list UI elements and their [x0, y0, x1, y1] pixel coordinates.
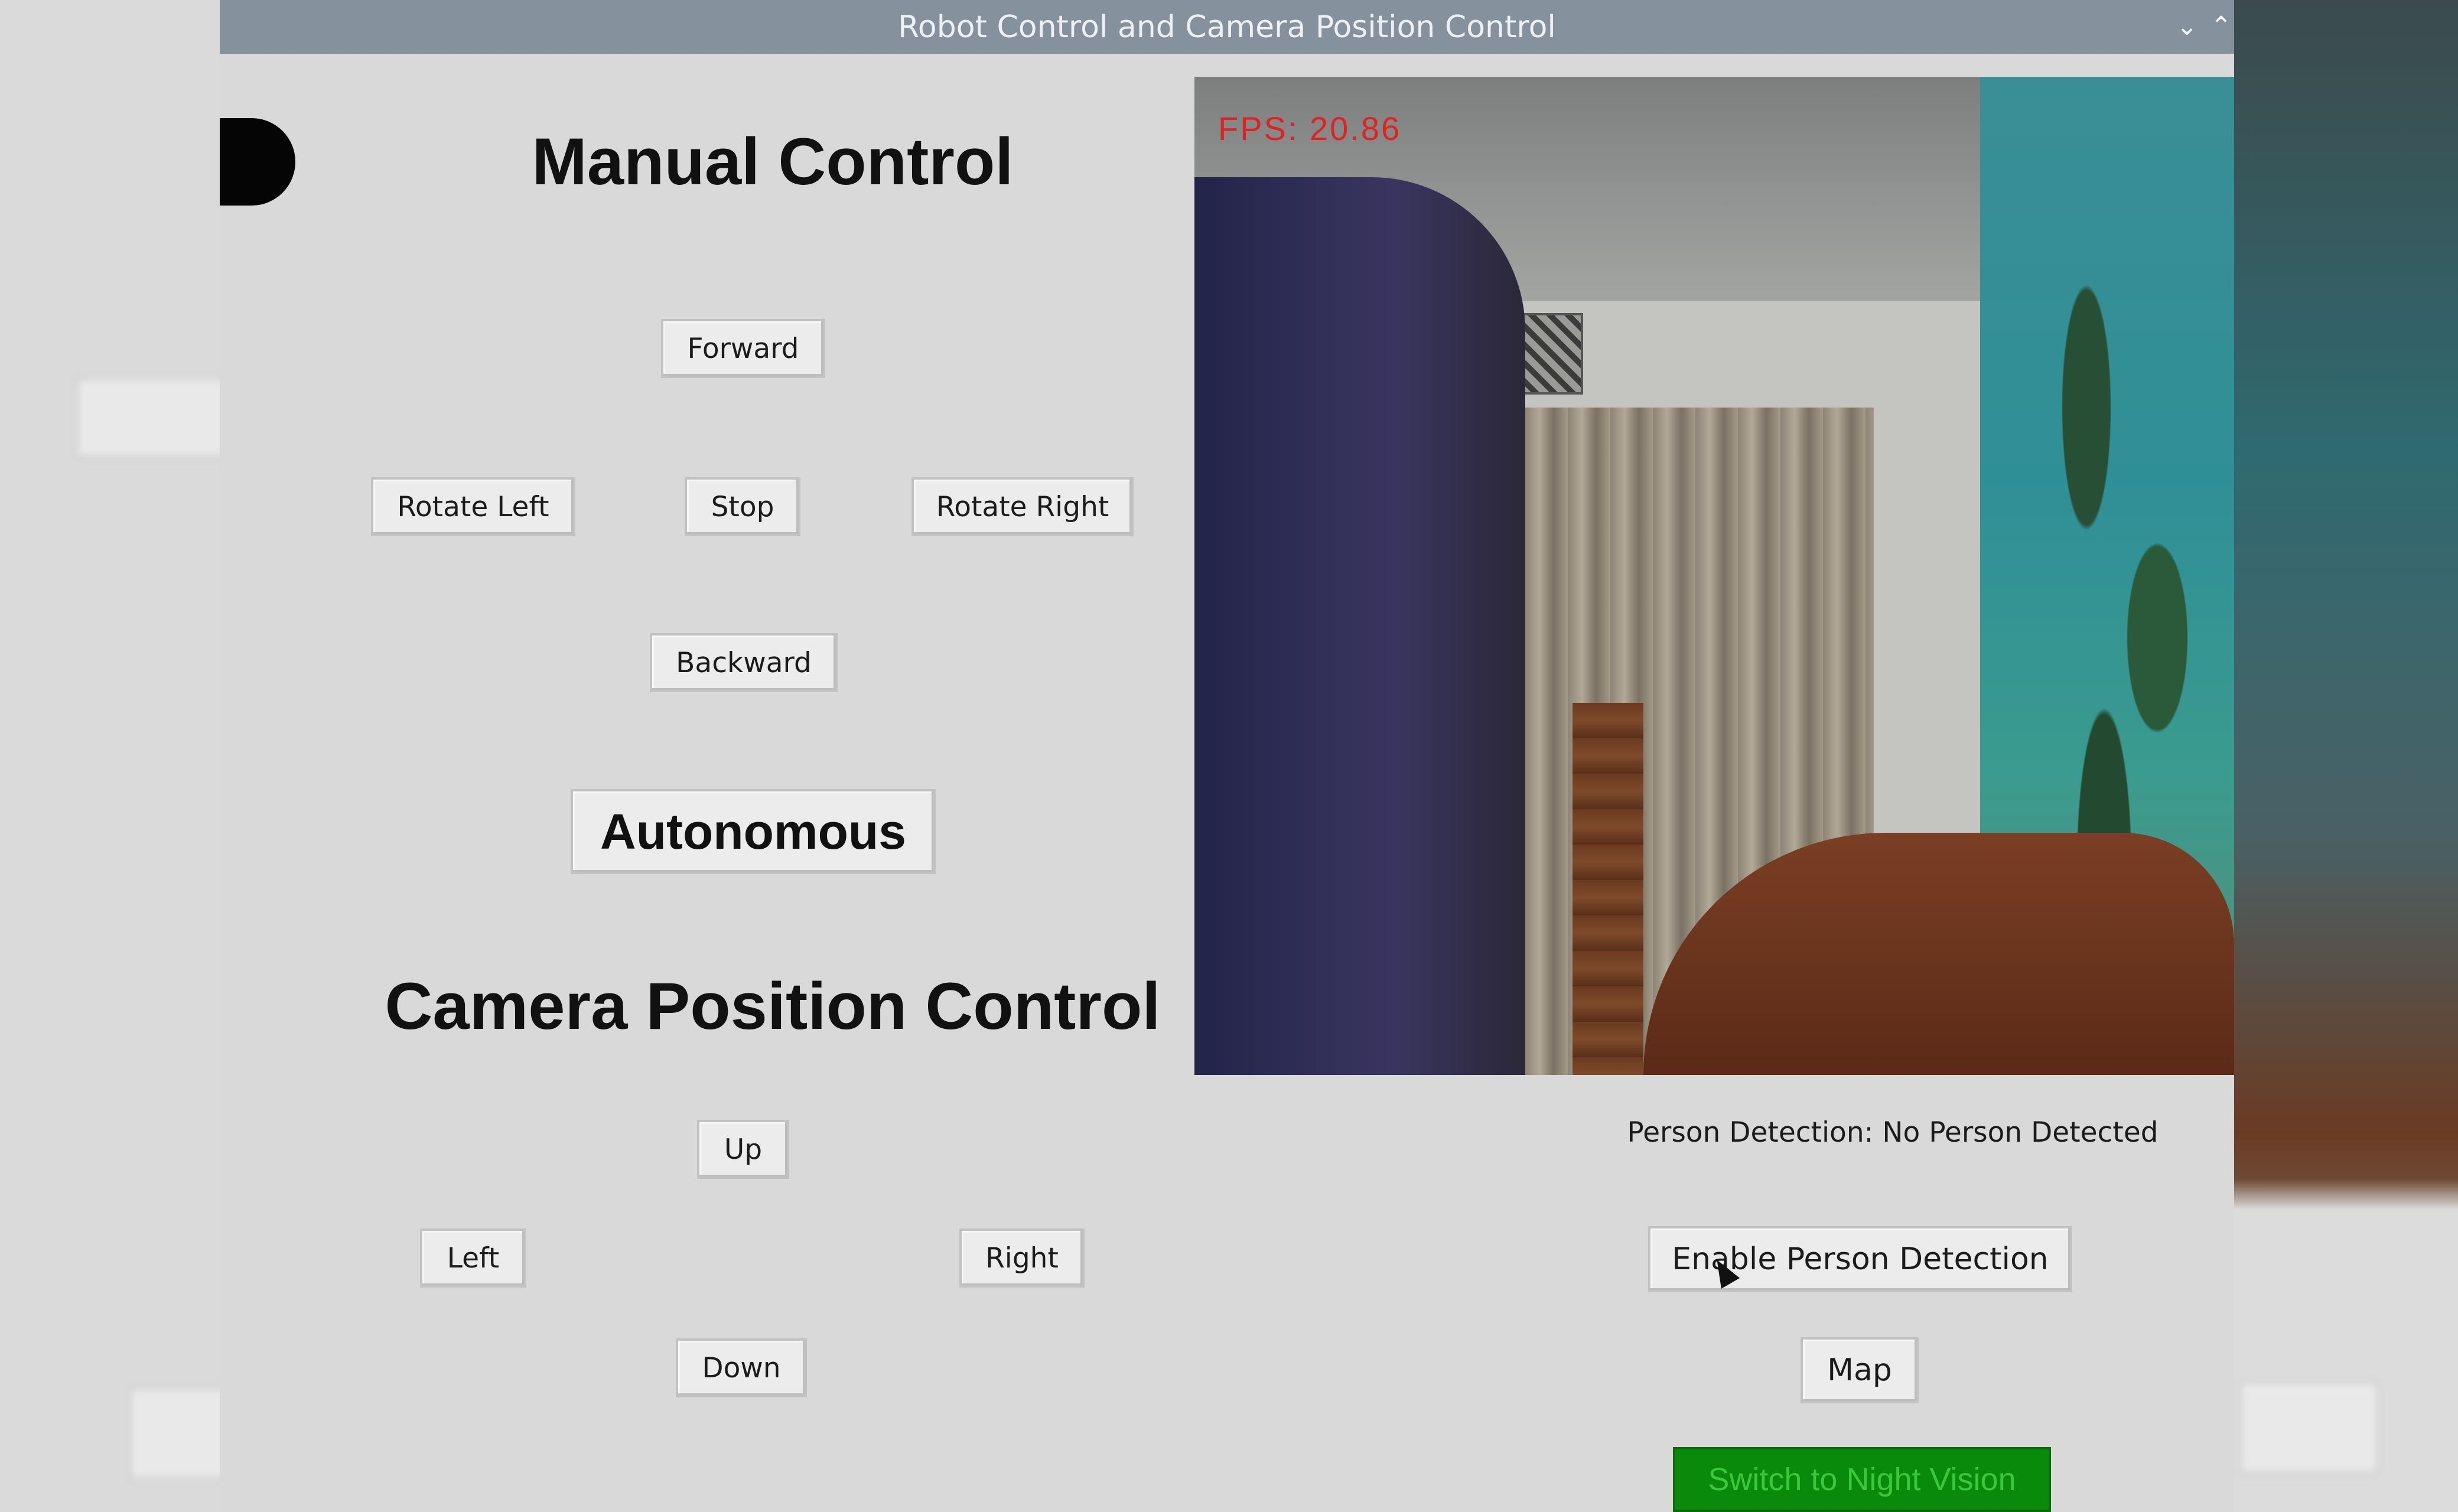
rotate-left-button[interactable]: Rotate Left: [371, 477, 575, 536]
camera-up-button[interactable]: Up: [697, 1120, 789, 1179]
camera-left-button[interactable]: Left: [420, 1228, 526, 1288]
background-ghost-button: [77, 378, 220, 457]
manual-control-heading: Manual Control: [532, 125, 1014, 198]
chevron-down-icon[interactable]: ⌄: [2169, 8, 2205, 44]
background-right: [2234, 0, 2458, 1512]
autonomous-button[interactable]: Autonomous: [571, 789, 936, 874]
switch-to-night-vision-button[interactable]: Switch to Night Vision: [1673, 1447, 2051, 1512]
background-left: [0, 0, 220, 1512]
title-bar: Robot Control and Camera Position Contro…: [220, 0, 2234, 54]
backward-button[interactable]: Backward: [650, 633, 838, 692]
rotate-right-button[interactable]: Rotate Right: [911, 477, 1134, 536]
chevron-up-icon[interactable]: ⌃: [2203, 8, 2239, 44]
status-indicator-dot: [220, 118, 295, 206]
background-ghost-button: [130, 1388, 220, 1479]
background-ghost-button: [2240, 1382, 2378, 1473]
map-button[interactable]: Map: [1801, 1337, 1919, 1403]
camera-feed: FPS: 20.86: [1194, 77, 2234, 1075]
camera-position-control-heading: Camera Position Control: [385, 969, 1161, 1043]
camera-right-button[interactable]: Right: [959, 1228, 1085, 1288]
window-title: Robot Control and Camera Position Contro…: [898, 9, 1556, 45]
app-window: Robot Control and Camera Position Contro…: [220, 0, 2234, 1512]
forward-button[interactable]: Forward: [661, 319, 825, 378]
camera-down-button[interactable]: Down: [676, 1338, 807, 1397]
fps-label: FPS: 20.86: [1218, 110, 1402, 147]
enable-person-detection-button[interactable]: Enable Person Detection: [1648, 1226, 2072, 1292]
stop-button[interactable]: Stop: [685, 477, 800, 536]
person-detection-status: Person Detection: No Person Detected: [1627, 1116, 2159, 1149]
